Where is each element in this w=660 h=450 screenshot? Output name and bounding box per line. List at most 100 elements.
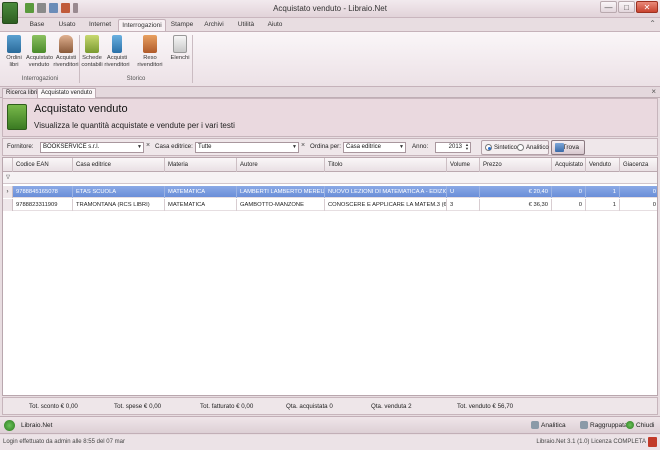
table-row[interactable]: › 9788845165078 ETAS SCUOLA MATEMATICA L… [3, 186, 657, 198]
radio-sintetico[interactable]: Sintetico [485, 144, 517, 151]
cell-autore[interactable]: GAMBOTTO-MANZONE [237, 199, 325, 211]
cell-autore[interactable]: LAMBERTI LAMBERTO MEREU LA... [237, 186, 325, 198]
cell-casa-editrice[interactable]: ETAS SCUOLA [73, 186, 165, 198]
cell-venduto[interactable]: 1 [586, 186, 620, 198]
column-header-codice-ean[interactable]: Codice EAN [13, 158, 73, 172]
row-indicator-icon: › [3, 186, 13, 198]
column-header-venduto[interactable]: Venduto [586, 158, 620, 172]
cell-acquistato[interactable]: 0 [552, 186, 586, 198]
trova-button[interactable]: Trova [551, 140, 585, 155]
column-header-casa-editrice[interactable]: Casa editrice [73, 158, 165, 172]
column-header-volume[interactable]: Volume [447, 158, 480, 172]
close-button[interactable]: ✕ [636, 1, 658, 13]
cell-prezzo[interactable]: € 36,30 [480, 199, 552, 211]
anno-stepper[interactable]: 2013 ▲ ▼ [435, 142, 471, 153]
table-row[interactable]: 9788823311909 TRAMONTANA (RCS LIBRI) MAT… [3, 199, 657, 211]
cell-ean[interactable]: 9788823311909 [13, 199, 73, 211]
chiudi-label: Chiudi [636, 421, 655, 429]
column-header-materia[interactable]: Materia [165, 158, 237, 172]
reso-rivenditori-button[interactable]: Reso rivenditori [130, 35, 170, 68]
button-label: Acquisti [106, 55, 128, 61]
cell-giacenza[interactable]: 0 [620, 186, 657, 198]
cell-volume[interactable]: U [447, 186, 480, 198]
doc-tab-acquistato-venduto[interactable]: Acquistato venduto [37, 88, 97, 98]
column-header-prezzo[interactable]: Prezzo [480, 158, 552, 172]
group-label-interrogazioni: Interrogazioni [21, 76, 59, 82]
filter-icon[interactable]: ∇ [6, 174, 10, 181]
results-grid[interactable]: Codice EAN Casa editrice Materia Autore … [2, 157, 658, 396]
tab-utilita[interactable]: Utilità [230, 19, 262, 31]
ordina-per-label: Ordina per: [310, 143, 341, 150]
stepper-arrows-icon[interactable]: ▲ ▼ [465, 143, 469, 151]
books-cart-icon [32, 35, 46, 53]
acquistato-venduto-button[interactable]: Acquistato venduto [26, 35, 54, 68]
page-title: Acquistato venduto [34, 103, 128, 115]
column-header-acquistato[interactable]: Acquistato [552, 158, 586, 172]
ribbon-collapse-icon[interactable]: ⌃ [649, 19, 656, 28]
button-label: Acquistato [26, 55, 54, 61]
maximize-button[interactable]: □ [618, 1, 635, 13]
close-tab-icon[interactable]: × [651, 87, 656, 96]
analitica-button[interactable]: Analitica [531, 421, 566, 429]
column-header-titolo[interactable]: Titolo [325, 158, 447, 172]
radio-label: Sintetico [494, 144, 518, 151]
minimize-button[interactable]: — [600, 1, 617, 13]
cell-ean[interactable]: 9788845165078 [13, 186, 73, 198]
tab-archivi[interactable]: Archivi [198, 19, 230, 31]
page-subtitle: Visualizza le quantità acquistate e vend… [34, 121, 235, 130]
tab-stampe[interactable]: Stampe [166, 19, 198, 31]
filter-bar: Fornitore: BOOKSERVICE s.r.l. ▼ × Casa e… [2, 138, 658, 156]
chevron-down-icon: ▼ [137, 144, 142, 150]
column-header-giacenza[interactable]: Giacenza [620, 158, 657, 172]
button-label: libri [9, 61, 19, 68]
tot-spese: Tot. spese € 0,00 [114, 403, 162, 410]
acquisti-rivenditori-button[interactable]: Acquisti rivenditori [53, 35, 79, 68]
ordini-libri-button[interactable]: Ordini libri [4, 35, 24, 68]
acquisti-rivenditori-storico-button[interactable]: Acquisti rivenditori [104, 35, 130, 68]
license-status: Libraio.Net 3.1 (1.0) Licenza COMPLETA [536, 439, 646, 445]
tab-base[interactable]: Base [22, 19, 52, 31]
column-header-autore[interactable]: Autore [237, 158, 325, 172]
cell-casa-editrice[interactable]: TRAMONTANA (RCS LIBRI) [73, 199, 165, 211]
cell-titolo[interactable]: CONOSCERE E APPLICARE LA MATEM.3 (604) [325, 199, 447, 211]
radio-analitico[interactable]: Analitico [517, 144, 549, 151]
cell-venduto[interactable]: 1 [586, 199, 620, 211]
ordina-per-select[interactable]: Casa editrice ▼ [343, 142, 406, 153]
button-label: Acquisti [55, 55, 77, 61]
clear-casa-editrice-icon[interactable]: × [301, 142, 305, 149]
cell-volume[interactable]: 3 [447, 199, 480, 211]
cell-acquistato[interactable]: 0 [552, 199, 586, 211]
doc-tab-ricerca-libri[interactable]: Ricerca libri [2, 88, 42, 98]
status-bar: Login effettuato da admin alle 8:55 del … [0, 435, 660, 450]
tab-interrogazioni[interactable]: Interrogazioni [118, 19, 166, 31]
casa-editrice-select[interactable]: Tutte ▼ [195, 142, 299, 153]
cell-prezzo[interactable]: € 20,40 [480, 186, 552, 198]
row-indicator-icon [3, 199, 13, 211]
fornitore-select[interactable]: BOOKSERVICE s.r.l. ▼ [40, 142, 144, 153]
raggruppata-label: Raggruppata [590, 421, 628, 429]
ledger-icon [85, 35, 99, 53]
casa-editrice-label: Casa editrice: [155, 143, 193, 150]
grid-filter-row[interactable]: ∇ [3, 172, 657, 184]
button-label: Ordini [6, 55, 22, 61]
tab-aiuto[interactable]: Aiuto [262, 19, 288, 31]
button-label: Schede [82, 55, 102, 61]
group-separator [192, 35, 193, 83]
cell-giacenza[interactable]: 0 [620, 199, 657, 211]
radio-label: Analitico [526, 144, 549, 151]
clear-fornitore-icon[interactable]: × [146, 142, 150, 149]
tab-internet[interactable]: Internet [82, 19, 118, 31]
analitica-label: Analitica [541, 421, 566, 429]
cell-materia[interactable]: MATEMATICA [165, 199, 237, 211]
elenchi-button[interactable]: Elenchi [170, 35, 190, 62]
raggruppata-button[interactable]: Raggruppata [580, 421, 628, 429]
bottle-icon [112, 35, 122, 53]
tab-usato[interactable]: Usato [52, 19, 82, 31]
button-label: rivenditori [53, 61, 79, 68]
chiudi-button[interactable]: Chiudi [626, 421, 654, 429]
schede-contabili-button[interactable]: Schede contabili [81, 35, 103, 68]
cell-materia[interactable]: MATEMATICA [165, 186, 237, 198]
document-tabs: Ricerca libri Acquistato venduto × [0, 87, 660, 98]
login-status: Login effettuato da admin alle 8:55 del … [3, 439, 125, 445]
cell-titolo[interactable]: NUOVO LEZIONI DI MATEMATICA A - EDIZION.… [325, 186, 447, 198]
